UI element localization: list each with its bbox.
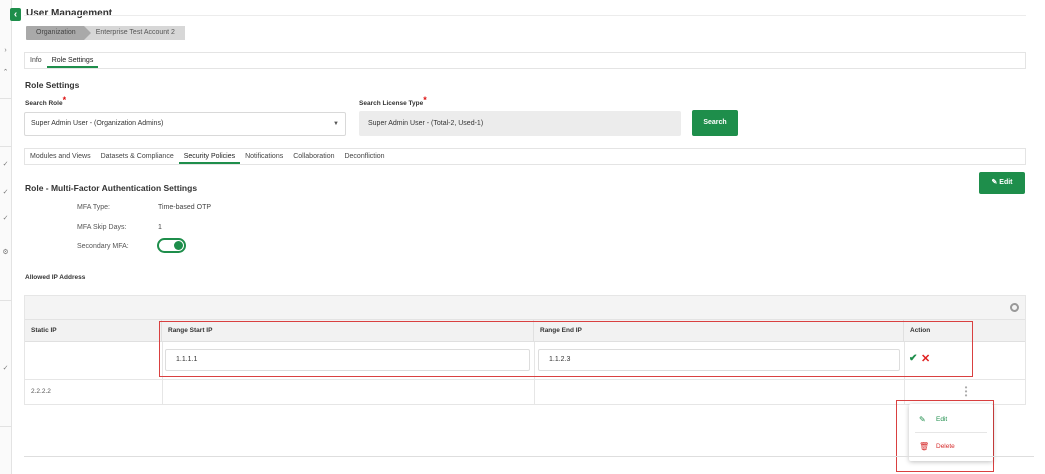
menu-divider: [915, 432, 987, 433]
tab-datasets-compliance[interactable]: Datasets & Compliance: [96, 149, 179, 164]
policy-tabs: Modules and Views Datasets & Compliance …: [24, 148, 1026, 165]
footer-divider: [24, 456, 1034, 457]
pencil-icon: ✎: [991, 179, 998, 186]
mfa-skip-days-value: 1: [158, 224, 162, 231]
nav-chevron-icon[interactable]: ›: [1, 46, 10, 55]
nav-divider: [0, 98, 12, 99]
search-license-label: Search License Type*: [359, 95, 427, 107]
title-divider: [24, 15, 1026, 16]
nav-check-icon[interactable]: ✓: [1, 160, 10, 169]
mfa-heading: Role - Multi-Factor Authentication Setti…: [25, 183, 198, 193]
nav-check-icon[interactable]: ✓: [1, 364, 10, 373]
pencil-icon: ✎: [919, 415, 926, 424]
tab-info[interactable]: Info: [25, 53, 47, 68]
chevron-down-icon: ▼: [333, 121, 339, 127]
row-menu-icon[interactable]: • • •: [962, 384, 970, 400]
nav-check-icon[interactable]: ✓: [1, 214, 10, 223]
main-content: User Management Organization Enterprise …: [24, 0, 1034, 474]
cell-range-end: [534, 380, 904, 404]
toggle-knob: [174, 241, 183, 250]
tab-role-settings[interactable]: Role Settings: [46, 53, 99, 68]
allowed-ip-heading: Allowed IP Address: [25, 274, 86, 281]
cell-range-start: [162, 380, 534, 404]
top-tabs: Info Role Settings: [24, 52, 1026, 69]
secondary-mfa-label: Secondary MFA:: [77, 243, 129, 250]
row-context-menu: ✎ Edit 🗑 Delete: [909, 404, 993, 461]
tab-collaboration[interactable]: Collaboration: [288, 149, 339, 164]
gear-icon[interactable]: [1010, 303, 1019, 312]
tab-modules-and-views[interactable]: Modules and Views: [25, 149, 96, 164]
page-title: User Management: [26, 8, 113, 19]
nav-divider: [0, 146, 12, 147]
search-license-field[interactable]: Super Admin User - (Total-2, Used-1): [359, 111, 681, 136]
required-marker: *: [423, 95, 427, 105]
cell-static-ip: 2.2.2.2: [31, 388, 51, 395]
breadcrumb-item-account[interactable]: Enterprise Test Account 2: [83, 26, 185, 40]
nav-chevron-icon[interactable]: ⌃: [1, 68, 10, 77]
breadcrumb: Organization Enterprise Test Account 2: [26, 26, 185, 40]
secondary-mfa-toggle[interactable]: [157, 238, 186, 253]
context-menu-edit[interactable]: ✎ Edit: [909, 408, 993, 432]
table-toolbar: [25, 296, 1025, 320]
search-role-value: Super Admin User - (Organization Admins): [31, 120, 164, 127]
mfa-type-value: Time-based OTP: [158, 204, 212, 211]
edit-mfa-button[interactable]: ✎ Edit: [979, 172, 1025, 194]
search-role-label: Search Role*: [25, 95, 67, 107]
tab-notifications[interactable]: Notifications: [240, 149, 288, 164]
role-settings-heading: Role Settings: [25, 80, 80, 90]
tab-security-policies[interactable]: Security Policies: [178, 149, 241, 164]
tab-deconfliction[interactable]: Deconfliction: [339, 149, 389, 164]
search-button[interactable]: Search: [692, 110, 738, 136]
collapse-sidebar-icon[interactable]: ‹: [10, 8, 21, 21]
search-role-select[interactable]: Super Admin User - (Organization Admins)…: [24, 112, 346, 136]
column-header-static-ip[interactable]: Static IP: [25, 320, 162, 342]
mfa-skip-days-label: MFA Skip Days:: [77, 224, 127, 231]
left-nav-rail: ‹ › ⌃ ✓ ✓ ✓ ⚙ ✓: [0, 0, 21, 474]
required-marker: *: [62, 95, 67, 105]
highlight-edit-row: [159, 321, 973, 377]
breadcrumb-item-organization[interactable]: Organization: [26, 26, 91, 40]
nav-gear-icon[interactable]: ⚙: [1, 248, 10, 257]
nav-divider: [0, 300, 12, 301]
nav-check-icon[interactable]: ✓: [1, 188, 10, 197]
nav-divider: [0, 426, 12, 427]
mfa-type-label: MFA Type:: [77, 204, 110, 211]
table-row: 2.2.2.2 • • •: [25, 380, 1025, 404]
